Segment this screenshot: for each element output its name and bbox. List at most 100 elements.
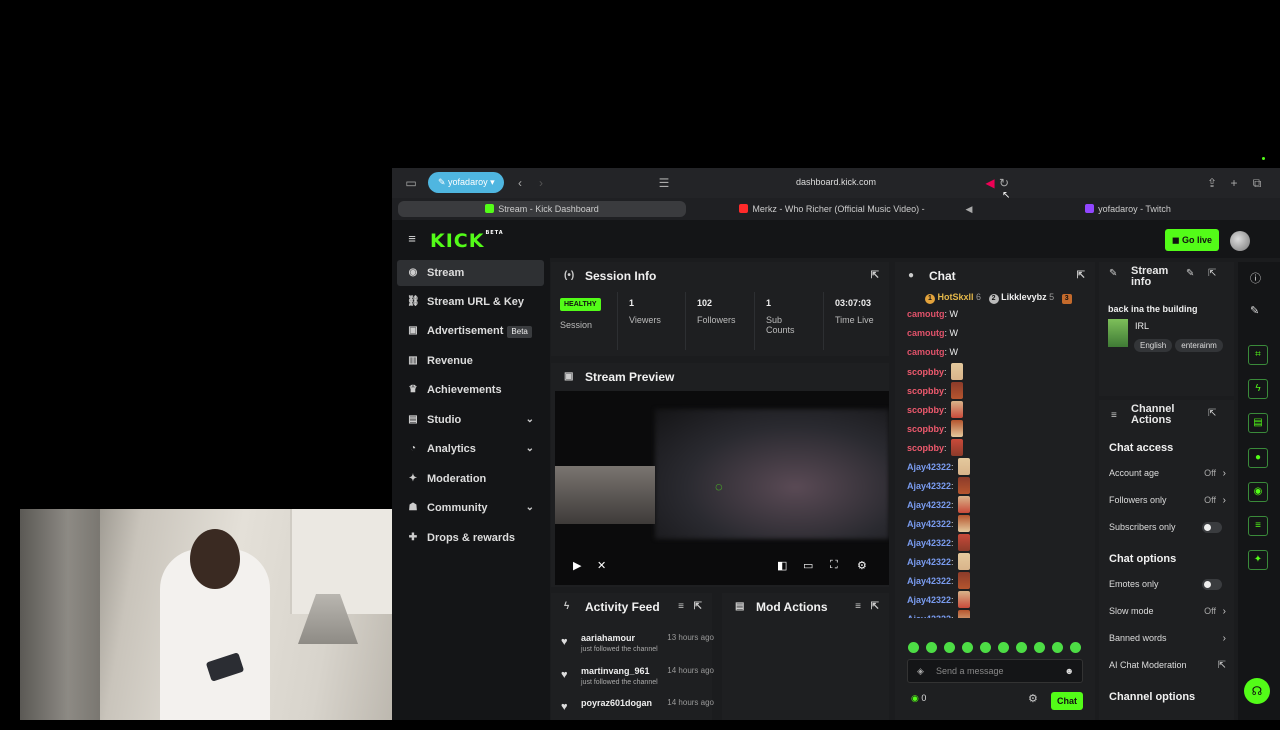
fullscreen-icon[interactable]: ⛶	[830, 559, 838, 572]
sidebar-item-studio[interactable]: ▤ Studio ⌄	[397, 407, 544, 433]
chat-username[interactable]: Ajay42322	[907, 481, 951, 491]
theater-icon[interactable]: ▭	[803, 559, 813, 572]
hamburger-menu-icon[interactable]: ≡	[405, 232, 419, 246]
filter-icon[interactable]: ≡	[678, 593, 684, 621]
emote-icon[interactable]	[998, 642, 1009, 653]
chat-input[interactable]: ◈ Send a message ☻	[907, 659, 1083, 683]
emote-icon[interactable]	[926, 642, 937, 653]
chat-username[interactable]: scopbby	[907, 386, 944, 396]
sidebar-item-stream[interactable]: ◉ Stream	[397, 260, 544, 286]
chat-bubble-icon[interactable]: ●	[1248, 448, 1268, 468]
tab-youtube[interactable]: Merkz - Who Richer (Official Music Video…	[722, 201, 942, 230]
sidebar-item-achievements[interactable]: ♛ Achievements	[397, 377, 544, 403]
row-value: Off	[1204, 468, 1216, 478]
tab-kick-dashboard[interactable]: Stream - Kick Dashboard	[398, 201, 686, 217]
send-chat-button[interactable]: Chat	[1051, 692, 1083, 710]
chat-username[interactable]: Ajay42322	[907, 557, 951, 567]
emote-icon[interactable]	[1070, 642, 1081, 653]
forward-icon[interactable]: ›	[534, 176, 548, 190]
gear-icon[interactable]: ⚙	[857, 559, 867, 572]
filter-icon[interactable]: ≡	[855, 593, 861, 621]
popout-icon[interactable]: ⇱	[1208, 408, 1216, 419]
chat-username[interactable]: scopbby	[907, 424, 944, 434]
url-bar[interactable]: dashboard.kick.com	[796, 177, 876, 187]
chat-username[interactable]: Ajay42322	[907, 576, 951, 586]
channel-points[interactable]: ◉ 0	[911, 693, 926, 704]
audio-icon[interactable]: ◀	[983, 176, 997, 190]
wrench-icon[interactable]: ✦	[1248, 550, 1268, 570]
leader-name[interactable]: Likklevybz	[1001, 292, 1047, 302]
play-icon[interactable]: ▶	[573, 559, 581, 572]
emote-icon[interactable]	[1052, 642, 1063, 653]
sliders-icon[interactable]: ≡	[1248, 516, 1268, 536]
ai-moderation-row[interactable]: AI Chat Moderation ⇱	[1099, 660, 1234, 674]
chat-username[interactable]: Ajay42322	[907, 614, 951, 618]
popout-icon[interactable]: ⇱	[1208, 268, 1216, 279]
chat-username[interactable]: scopbby	[907, 443, 944, 453]
feed-user[interactable]: martinvang_961	[581, 666, 650, 676]
go-live-button[interactable]: ◼ Go live	[1165, 229, 1219, 251]
tab-overview-icon[interactable]: ⧉	[1250, 176, 1264, 190]
feed-user[interactable]: poyraz601dogan	[581, 698, 652, 708]
new-tab-icon[interactable]: +	[1227, 176, 1241, 190]
edit-icon[interactable]: ✎	[1250, 304, 1259, 317]
emote-icon[interactable]	[944, 642, 955, 653]
clipboard-icon[interactable]: ▤	[1248, 413, 1268, 433]
chat-username[interactable]: Ajay42322	[907, 595, 951, 605]
info-icon[interactable]: ⓘ	[1250, 270, 1261, 286]
chat-username[interactable]: scopbby	[907, 405, 944, 415]
sidebar-item-analytics[interactable]: ◔ Analytics ⌄	[397, 436, 544, 462]
popout-icon[interactable]: ⇱	[871, 262, 879, 290]
page-settings-icon[interactable]: ☰	[657, 176, 671, 190]
sidebar-item-community[interactable]: ☗ Community ⌄	[397, 495, 544, 521]
chat-username[interactable]: Ajay42322	[907, 538, 951, 548]
account-age-row[interactable]: Account age Off ›	[1099, 468, 1234, 482]
kick-logo[interactable]: KICKBETA	[430, 230, 504, 252]
mute-icon[interactable]: ✕	[597, 559, 606, 572]
tab-twitch[interactable]: yofadaroy - Twitch	[1078, 201, 1178, 217]
chat-username[interactable]: Ajay42322	[907, 500, 951, 510]
leader-name[interactable]: HotSkxll	[938, 292, 974, 302]
feed-user[interactable]: aariahamour	[581, 633, 635, 643]
back-icon[interactable]: ‹	[513, 176, 527, 190]
sidebar-item-advertisement[interactable]: ▣ Advertisement Beta	[397, 318, 544, 344]
popout-icon[interactable]: ⇱	[694, 593, 702, 621]
sidebar-item-moderation[interactable]: ✦ Moderation	[397, 466, 544, 492]
emote-icon[interactable]	[980, 642, 991, 653]
emote-icon[interactable]	[908, 642, 919, 653]
reload-icon[interactable]: ↻	[997, 176, 1011, 190]
sidebar-item-revenue[interactable]: ▥ Revenue	[397, 348, 544, 374]
chat-username[interactable]: Ajay42322	[907, 462, 951, 472]
support-icon[interactable]: ☊	[1244, 678, 1270, 704]
pip-icon[interactable]: ◧	[777, 559, 787, 572]
chat-username[interactable]: camoutg	[907, 347, 945, 357]
emote-icon[interactable]	[962, 642, 973, 653]
emote-icon[interactable]	[1016, 642, 1027, 653]
popout-icon[interactable]: ⇱	[871, 593, 879, 621]
slow-mode-row[interactable]: Slow mode Off ›	[1099, 606, 1234, 620]
scan-icon[interactable]: ⌗	[1248, 345, 1268, 365]
emoji-icon[interactable]: ☻	[1065, 660, 1074, 682]
chat-username[interactable]: camoutg	[907, 309, 945, 319]
share-icon[interactable]: ⇪	[1205, 176, 1219, 190]
profile-switcher[interactable]: ✎ yofadaroy ▾	[428, 172, 504, 193]
emote-icon[interactable]	[1034, 642, 1045, 653]
sidebar-item-drops[interactable]: ✚ Drops & rewards	[397, 525, 544, 551]
chat-username[interactable]: camoutg	[907, 328, 945, 338]
gear-icon[interactable]: ⚙	[1028, 692, 1038, 705]
chat-username[interactable]: Ajay42322	[907, 519, 951, 529]
sidebar-item-stream-url[interactable]: ⛓ Stream URL & Key	[397, 289, 544, 315]
tab-mute-icon[interactable]: ◀	[962, 202, 976, 216]
lightning-icon[interactable]: ϟ	[1248, 379, 1268, 399]
edit-icon[interactable]: ✎	[1186, 268, 1194, 279]
banned-words-row[interactable]: Banned words ›	[1099, 633, 1234, 647]
broadcast-icon[interactable]: ◉	[1248, 482, 1268, 502]
followers-only-row[interactable]: Followers only Off ›	[1099, 495, 1234, 509]
emotes-only-toggle[interactable]	[1202, 579, 1222, 590]
popout-icon[interactable]: ⇱	[1077, 262, 1085, 290]
avatar[interactable]	[1230, 231, 1250, 251]
subscribers-only-toggle[interactable]	[1202, 522, 1222, 533]
sidebar-toggle-icon[interactable]: ▭	[404, 176, 418, 190]
video-player[interactable]: ◌ ▶ ✕ ◧ ▭ ⛶ ⚙	[555, 391, 889, 585]
chat-username[interactable]: scopbby	[907, 367, 944, 377]
